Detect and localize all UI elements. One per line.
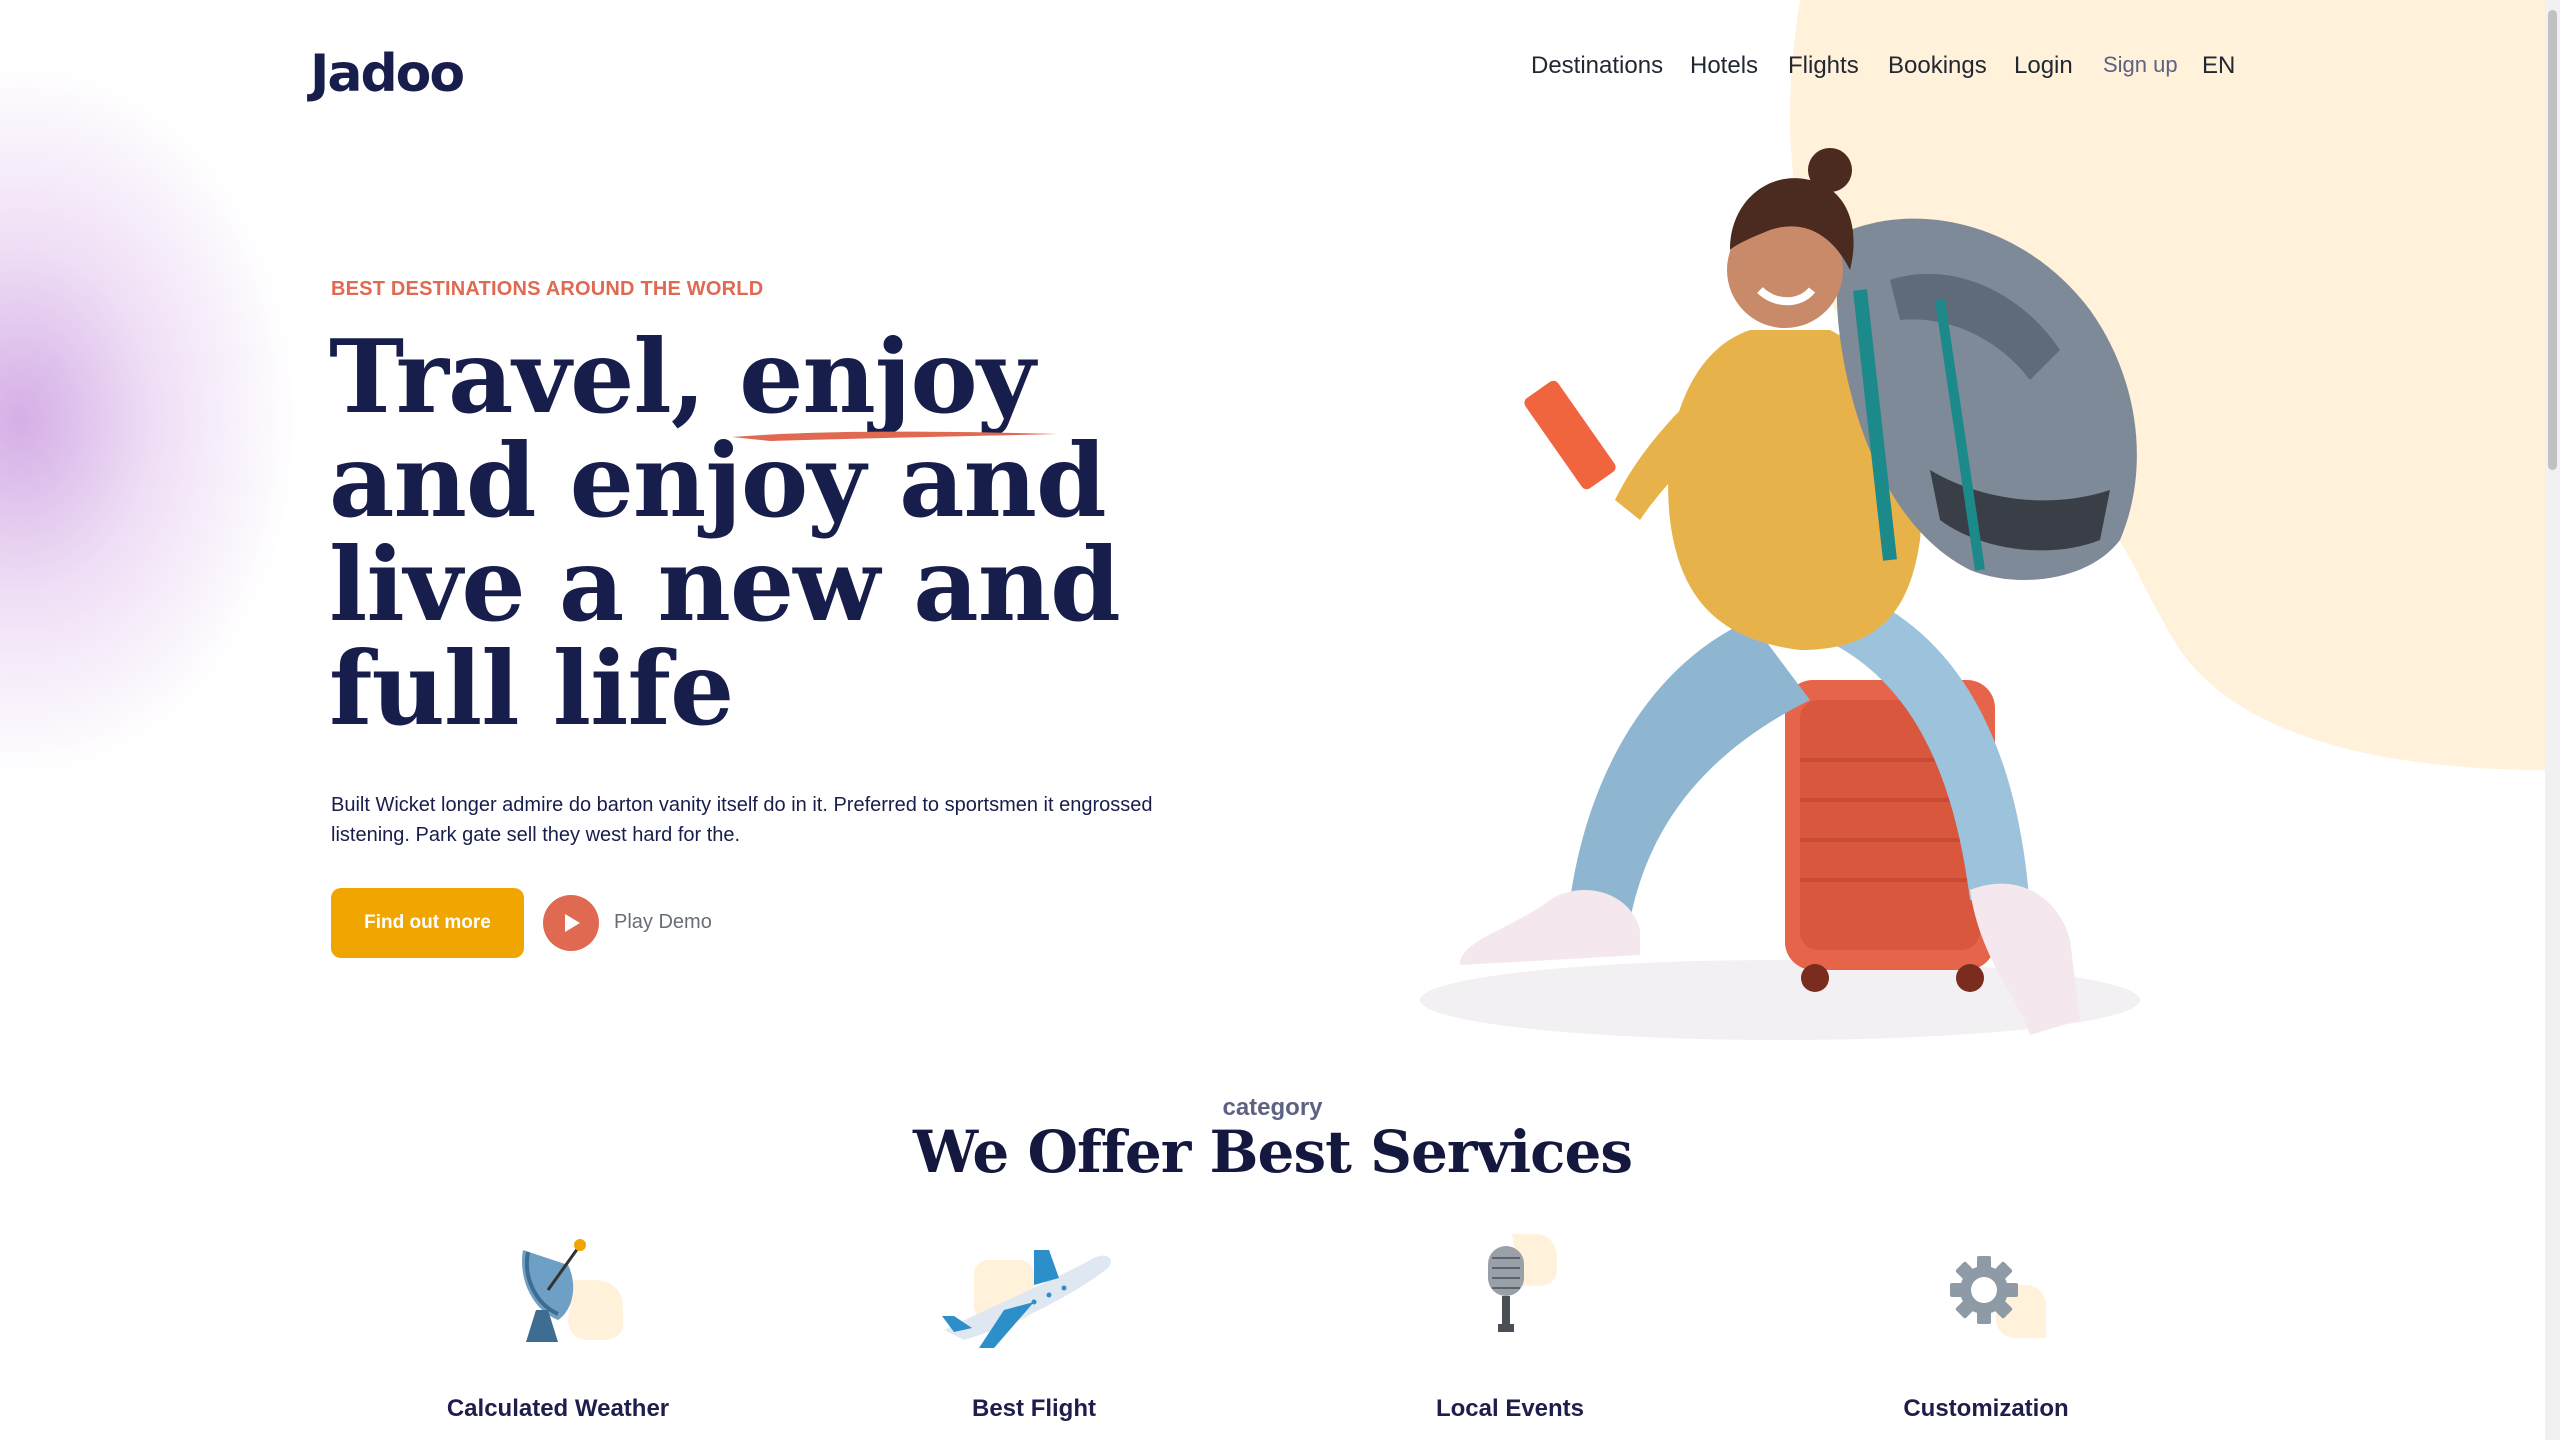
brand-logo[interactable]: Jadoo <box>310 44 465 104</box>
nav-login[interactable]: Login <box>2014 52 2073 80</box>
find-out-more-button[interactable]: Find out more <box>331 888 524 958</box>
service-card-weather[interactable]: Calculated Weather <box>408 1230 708 1422</box>
traveler-illustration <box>1420 148 2140 1040</box>
page-scrollbar[interactable] <box>2545 0 2560 1440</box>
nav-bookings[interactable]: Bookings <box>1888 52 1987 80</box>
headline-line: live a new and <box>329 525 1121 644</box>
hero-eyebrow: BEST DESTINATIONS AROUND THE WORLD <box>331 278 764 300</box>
nav-flights[interactable]: Flights <box>1788 52 1859 80</box>
logo-text: Jadoo <box>310 44 465 104</box>
gear-icon <box>1950 1256 2046 1338</box>
headline-line: full life <box>329 629 734 748</box>
service-label: Local Events <box>1435 1395 1585 1422</box>
nav-destinations[interactable]: Destinations <box>1531 52 1663 80</box>
services-title: We Offer Best Services <box>912 1118 1633 1186</box>
hero-description: Built Wicket longer admire do barton van… <box>331 790 1231 850</box>
nav-signup[interactable]: Sign up <box>2103 52 2178 78</box>
play-demo-button[interactable] <box>543 895 599 951</box>
headline-underline-decoration <box>732 431 1058 441</box>
service-card-events[interactable]: Local Events <box>1360 1230 1660 1422</box>
scrollbar-thumb[interactable] <box>2548 10 2557 470</box>
play-demo-label[interactable]: Play Demo <box>614 911 712 934</box>
service-card-flight[interactable]: Best Flight <box>884 1230 1184 1422</box>
play-icon <box>565 914 580 932</box>
service-label: Best Flight <box>972 1395 1096 1422</box>
service-card-customization[interactable]: Customization <box>1836 1230 2136 1422</box>
headline-line: Travel, enjoy <box>329 317 1035 436</box>
service-label: Calculated Weather <box>446 1395 670 1422</box>
service-label: Customization <box>1903 1395 2069 1422</box>
microphone-icon <box>1488 1234 1557 1332</box>
page: Jadoo Destinations Hotels Flights Bookin… <box>0 0 2545 1440</box>
nav-hotels[interactable]: Hotels <box>1690 52 1758 80</box>
headline-line: and enjoy and <box>329 421 1107 540</box>
airplane-icon <box>942 1250 1111 1348</box>
hero-headline: Travel, enjoy and enjoy and live a new a… <box>329 317 1121 748</box>
satellite-dish-icon <box>522 1239 623 1342</box>
language-selector[interactable]: EN <box>2202 52 2235 80</box>
hero-description-text: Built Wicket longer admire do barton van… <box>331 794 1153 846</box>
